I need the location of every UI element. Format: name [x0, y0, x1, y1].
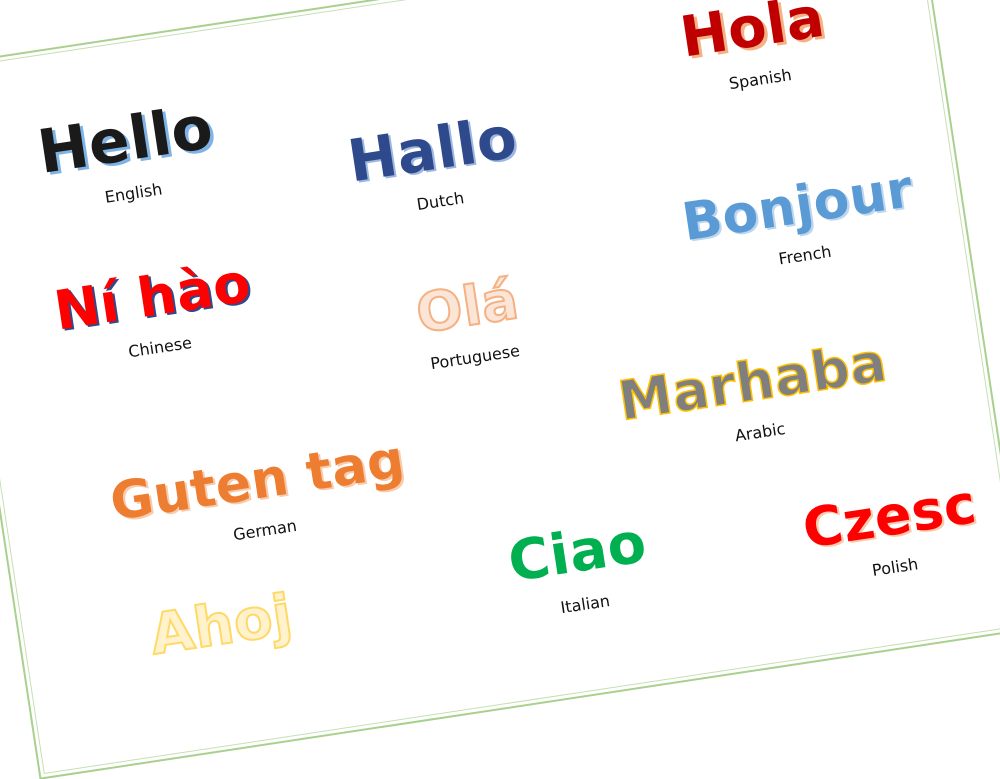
greeting-word: Hello	[33, 92, 218, 188]
greeting-spanish: Hola Spanish	[659, 0, 850, 102]
greeting-polish: Czesc Polish	[798, 472, 981, 589]
greeting-word: Ciao	[504, 510, 651, 596]
greetings-sheet: Hello English Hallo Dutch Hola Spanish B…	[0, 0, 1000, 779]
greeting-word: Czesc	[798, 472, 981, 561]
greeting-english: Hello English	[32, 92, 224, 216]
greeting-dutch: Hallo Dutch	[339, 102, 531, 224]
greeting-arabic: Marhaba Arabic	[614, 330, 895, 461]
greeting-french: Bonjour French	[665, 159, 935, 284]
greeting-word: Hola	[676, 0, 829, 71]
greeting-portuguese: Olá Portuguese	[394, 267, 545, 377]
greeting-word: Olá	[411, 267, 524, 347]
greeting-word: Hallo	[343, 102, 522, 196]
greeting-german: Guten tag German	[105, 429, 414, 562]
greeting-word: Ahoj	[145, 581, 298, 669]
greeting-czech: Ahoj	[145, 581, 298, 669]
greeting-italian: Ciao Italian	[499, 510, 661, 624]
greeting-chinese: Ní hào Chinese	[45, 251, 266, 372]
